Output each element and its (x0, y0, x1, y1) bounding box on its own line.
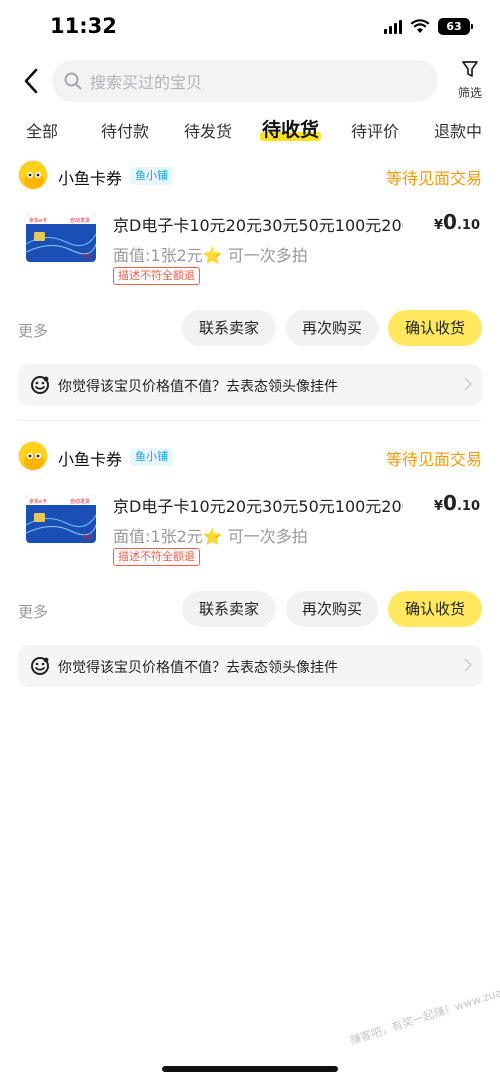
smile-face-icon (31, 376, 49, 394)
card-corner-label: 卡密 (82, 534, 92, 541)
card-brand-left: 京东e卡 (29, 498, 47, 505)
battery-level: 63 (446, 20, 462, 33)
card-corner-label: 卡密 (82, 253, 92, 260)
action-row: 更多 联系卖家 再次购买 确认收货 (18, 310, 482, 348)
item-row[interactable]: 京东e卡 自动发货 卡密 京D电子卡10元20元30元50元100元200...… (18, 485, 482, 575)
feedback-bar[interactable]: 你觉得该宝贝价格值不值？去表态领头像挂件 (18, 364, 482, 406)
price-decimal: .10 (456, 499, 480, 514)
shop-row[interactable]: 小鱼卡券 鱼小铺 等待见面交易 (18, 441, 482, 473)
price-decimal: .10 (456, 218, 480, 233)
shop-badge: 鱼小铺 (130, 167, 173, 185)
tab-pending-receipt-label: 待收货 (262, 119, 320, 141)
watermark: 赚客吧，有奖一起赚！www.zuanke8.com (348, 969, 500, 1048)
price-integer: 0 (443, 210, 457, 234)
order-card[interactable]: 小鱼卡券 鱼小铺 等待见面交易 京东e卡 自动发货 卡密 京D电子卡10元20元… (18, 160, 482, 410)
filter-label: 筛选 (457, 86, 482, 100)
chevron-left-icon (24, 68, 38, 94)
contact-seller-button[interactable]: 联系卖家 (182, 591, 276, 627)
order-tabs: 全部 待付款 待发货 待收货 待评价 退款中 (0, 112, 500, 148)
item-tag: 描述不符全额退 (113, 267, 200, 285)
tab-pending-payment[interactable]: 待付款 (101, 118, 149, 142)
search-input[interactable]: 搜索买过的宝贝 (52, 60, 438, 102)
search-placeholder: 搜索买过的宝贝 (90, 73, 203, 92)
tab-pending-shipment[interactable]: 待发货 (184, 118, 232, 142)
action-row: 更多 联系卖家 再次购买 确认收货 (18, 591, 482, 629)
shop-name[interactable]: 小鱼卡券 (58, 446, 122, 470)
back-button[interactable] (16, 64, 46, 98)
chevron-right-icon (464, 377, 472, 391)
shop-row[interactable]: 小鱼卡券 鱼小铺 等待见面交易 (18, 160, 482, 192)
order-status: 等待见面交易 (385, 169, 482, 188)
item-tag: 描述不符全额退 (113, 548, 200, 566)
status-time: 11:32 (50, 14, 117, 38)
shop-avatar[interactable] (18, 160, 48, 190)
shop-name[interactable]: 小鱼卡券 (58, 165, 122, 189)
smile-face-icon (31, 657, 49, 675)
contact-seller-button[interactable]: 联系卖家 (182, 310, 276, 346)
item-title[interactable]: 京D电子卡10元20元30元50元100元200... (113, 212, 403, 236)
status-icons: 63 (384, 18, 473, 35)
item-image[interactable]: 京东e卡 自动发货 卡密 (26, 495, 96, 543)
filter-icon (462, 61, 478, 77)
card-brand-right: 自动发货 (70, 498, 90, 505)
shop-badge: 鱼小铺 (130, 448, 173, 466)
item-spec: 面值:1张2元⭐ 可一次多拍 (113, 246, 308, 265)
tab-all[interactable]: 全部 (26, 118, 58, 142)
more-link[interactable]: 更多 (18, 320, 48, 341)
more-link[interactable]: 更多 (18, 601, 48, 622)
item-row[interactable]: 京东e卡 自动发货 卡密 京D电子卡10元20元30元50元100元200...… (18, 204, 482, 294)
item-title[interactable]: 京D电子卡10元20元30元50元100元200... (113, 493, 403, 517)
card-brand-right: 自动发货 (70, 217, 90, 224)
tab-pending-receipt[interactable]: 待收货 (260, 115, 322, 142)
home-indicator (162, 1066, 338, 1072)
buy-again-button[interactable]: 再次购买 (286, 591, 378, 627)
card-brand-left: 京东e卡 (29, 217, 47, 224)
signal-icon (384, 19, 402, 34)
price-integer: 0 (443, 491, 457, 515)
price-currency: ¥ (434, 499, 444, 514)
item-price: ¥0.10 (434, 491, 480, 515)
price-currency: ¥ (434, 218, 444, 233)
item-price: ¥0.10 (434, 210, 480, 234)
search-icon (64, 72, 82, 90)
order-divider (18, 420, 482, 421)
status-bar: 11:32 63 (0, 0, 500, 56)
buy-again-button[interactable]: 再次购买 (286, 310, 378, 346)
filter-button[interactable]: 筛选 (452, 60, 488, 104)
battery-icon: 63 (438, 18, 473, 35)
order-status: 等待见面交易 (385, 450, 482, 469)
feedback-text: 你觉得该宝贝价格值不值？去表态领头像挂件 (58, 379, 338, 395)
item-spec: 面值:1张2元⭐ 可一次多拍 (113, 527, 308, 546)
tab-pending-review[interactable]: 待评价 (351, 118, 399, 142)
chevron-right-icon (464, 658, 472, 672)
confirm-receipt-button[interactable]: 确认收货 (388, 310, 482, 346)
order-card[interactable]: 小鱼卡券 鱼小铺 等待见面交易 京东e卡 自动发货 卡密 京D电子卡10元20元… (18, 441, 482, 691)
shop-avatar[interactable] (18, 441, 48, 471)
header: 搜索买过的宝贝 筛选 (0, 58, 500, 104)
item-image[interactable]: 京东e卡 自动发货 卡密 (26, 214, 96, 262)
wifi-icon (410, 19, 430, 33)
feedback-text: 你觉得该宝贝价格值不值？去表态领头像挂件 (58, 660, 338, 676)
feedback-bar[interactable]: 你觉得该宝贝价格值不值？去表态领头像挂件 (18, 645, 482, 687)
tab-refunding[interactable]: 退款中 (434, 118, 482, 142)
confirm-receipt-button[interactable]: 确认收货 (388, 591, 482, 627)
